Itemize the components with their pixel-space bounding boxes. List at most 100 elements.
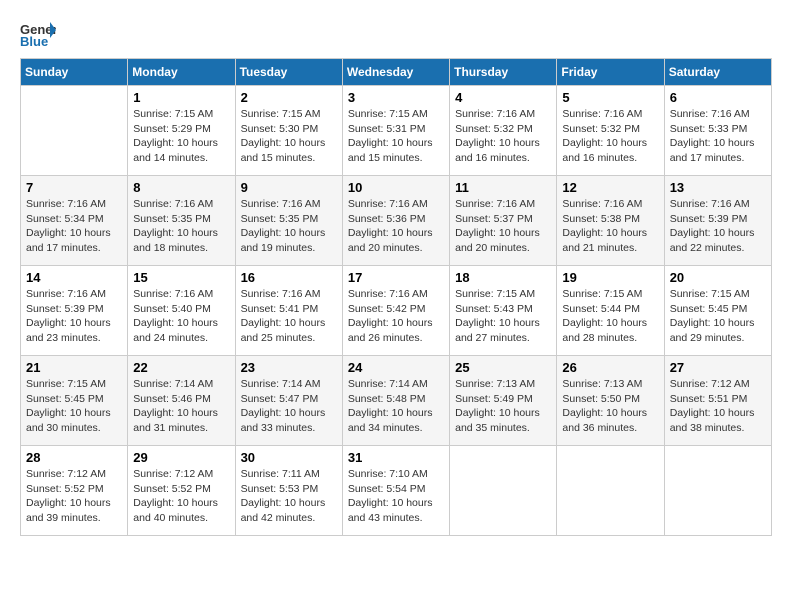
day-number: 10	[348, 180, 444, 195]
day-header-friday: Friday	[557, 59, 664, 86]
cell-info: Sunrise: 7:16 AM Sunset: 5:39 PM Dayligh…	[26, 287, 122, 346]
day-number: 1	[133, 90, 229, 105]
day-number: 29	[133, 450, 229, 465]
cell-info: Sunrise: 7:15 AM Sunset: 5:43 PM Dayligh…	[455, 287, 551, 346]
cell-info: Sunrise: 7:10 AM Sunset: 5:54 PM Dayligh…	[348, 467, 444, 526]
calendar-cell: 29 Sunrise: 7:12 AM Sunset: 5:52 PM Dayli…	[128, 446, 235, 536]
cell-info: Sunrise: 7:12 AM Sunset: 5:52 PM Dayligh…	[26, 467, 122, 526]
calendar-cell: 3Sunrise: 7:15 AM Sunset: 5:31 PM Daylig…	[342, 86, 449, 176]
calendar-week-5: 28 Sunrise: 7:12 AM Sunset: 5:52 PM Dayli…	[21, 446, 772, 536]
day-number: 8	[133, 180, 229, 195]
calendar-cell: 4 Sunrise: 7:16 AM Sunset: 5:32 PM Daylig…	[450, 86, 557, 176]
cell-info: Sunrise: 7:11 AM Sunset: 5:53 PM Dayligh…	[241, 467, 337, 526]
calendar-cell: 7 Sunrise: 7:16 AM Sunset: 5:34 PM Daylig…	[21, 176, 128, 266]
calendar-cell: 26Sunrise: 7:13 AM Sunset: 5:50 PM Dayli…	[557, 356, 664, 446]
day-header-wednesday: Wednesday	[342, 59, 449, 86]
calendar-cell: 28 Sunrise: 7:12 AM Sunset: 5:52 PM Dayli…	[21, 446, 128, 536]
calendar-cell: 30 Sunrise: 7:11 AM Sunset: 5:53 PM Dayli…	[235, 446, 342, 536]
cell-info: Sunrise: 7:16 AM Sunset: 5:39 PM Dayligh…	[670, 197, 766, 256]
day-number: 23	[241, 360, 337, 375]
calendar-cell	[450, 446, 557, 536]
day-number: 28	[26, 450, 122, 465]
calendar-week-4: 21Sunrise: 7:15 AM Sunset: 5:45 PM Dayli…	[21, 356, 772, 446]
logo: General Blue	[20, 20, 56, 48]
cell-info: Sunrise: 7:16 AM Sunset: 5:42 PM Dayligh…	[348, 287, 444, 346]
day-number: 16	[241, 270, 337, 285]
calendar-cell: 2 Sunrise: 7:15 AM Sunset: 5:30 PM Daylig…	[235, 86, 342, 176]
cell-info: Sunrise: 7:15 AM Sunset: 5:30 PM Dayligh…	[241, 107, 337, 166]
cell-info: Sunrise: 7:16 AM Sunset: 5:40 PM Dayligh…	[133, 287, 229, 346]
day-number: 18	[455, 270, 551, 285]
cell-info: Sunrise: 7:13 AM Sunset: 5:49 PM Dayligh…	[455, 377, 551, 436]
calendar-cell: 16 Sunrise: 7:16 AM Sunset: 5:41 PM Dayli…	[235, 266, 342, 356]
day-number: 30	[241, 450, 337, 465]
svg-text:Blue: Blue	[20, 34, 48, 48]
calendar-cell	[557, 446, 664, 536]
cell-info: Sunrise: 7:16 AM Sunset: 5:36 PM Dayligh…	[348, 197, 444, 256]
calendar-cell: 8 Sunrise: 7:16 AM Sunset: 5:35 PM Daylig…	[128, 176, 235, 266]
day-number: 24	[348, 360, 444, 375]
cell-info: Sunrise: 7:16 AM Sunset: 5:35 PM Dayligh…	[133, 197, 229, 256]
calendar-cell: 19 Sunrise: 7:15 AM Sunset: 5:44 PM Dayli…	[557, 266, 664, 356]
calendar-cell	[21, 86, 128, 176]
day-number: 22	[133, 360, 229, 375]
day-number: 19	[562, 270, 658, 285]
calendar-cell: 23Sunrise: 7:14 AM Sunset: 5:47 PM Dayli…	[235, 356, 342, 446]
calendar-cell: 1 Sunrise: 7:15 AM Sunset: 5:29 PM Daylig…	[128, 86, 235, 176]
day-number: 17	[348, 270, 444, 285]
day-number: 12	[562, 180, 658, 195]
day-number: 11	[455, 180, 551, 195]
calendar-cell: 15 Sunrise: 7:16 AM Sunset: 5:40 PM Dayli…	[128, 266, 235, 356]
day-number: 7	[26, 180, 122, 195]
cell-info: Sunrise: 7:12 AM Sunset: 5:51 PM Dayligh…	[670, 377, 766, 436]
calendar-table: SundayMondayTuesdayWednesdayThursdayFrid…	[20, 58, 772, 536]
day-header-monday: Monday	[128, 59, 235, 86]
day-number: 4	[455, 90, 551, 105]
calendar-cell: 17 Sunrise: 7:16 AM Sunset: 5:42 PM Dayli…	[342, 266, 449, 356]
logo-icon: General Blue	[20, 20, 56, 48]
cell-info: Sunrise: 7:15 AM Sunset: 5:44 PM Dayligh…	[562, 287, 658, 346]
day-header-thursday: Thursday	[450, 59, 557, 86]
cell-info: Sunrise: 7:16 AM Sunset: 5:35 PM Dayligh…	[241, 197, 337, 256]
calendar-cell: 14 Sunrise: 7:16 AM Sunset: 5:39 PM Dayli…	[21, 266, 128, 356]
calendar-cell: 20Sunrise: 7:15 AM Sunset: 5:45 PM Dayli…	[664, 266, 771, 356]
calendar-body: 1 Sunrise: 7:15 AM Sunset: 5:29 PM Daylig…	[21, 86, 772, 536]
day-header-saturday: Saturday	[664, 59, 771, 86]
calendar-cell: 25 Sunrise: 7:13 AM Sunset: 5:49 PM Dayli…	[450, 356, 557, 446]
cell-info: Sunrise: 7:15 AM Sunset: 5:45 PM Dayligh…	[26, 377, 122, 436]
calendar-header-row: SundayMondayTuesdayWednesdayThursdayFrid…	[21, 59, 772, 86]
day-number: 14	[26, 270, 122, 285]
calendar-cell: 21Sunrise: 7:15 AM Sunset: 5:45 PM Dayli…	[21, 356, 128, 446]
day-number: 6	[670, 90, 766, 105]
calendar-week-3: 14 Sunrise: 7:16 AM Sunset: 5:39 PM Dayli…	[21, 266, 772, 356]
cell-info: Sunrise: 7:15 AM Sunset: 5:31 PM Dayligh…	[348, 107, 444, 166]
calendar-cell: 12Sunrise: 7:16 AM Sunset: 5:38 PM Dayli…	[557, 176, 664, 266]
page-header: General Blue	[20, 20, 772, 48]
cell-info: Sunrise: 7:16 AM Sunset: 5:34 PM Dayligh…	[26, 197, 122, 256]
calendar-cell: 18 Sunrise: 7:15 AM Sunset: 5:43 PM Dayli…	[450, 266, 557, 356]
cell-info: Sunrise: 7:14 AM Sunset: 5:46 PM Dayligh…	[133, 377, 229, 436]
day-number: 5	[562, 90, 658, 105]
day-number: 31	[348, 450, 444, 465]
day-number: 25	[455, 360, 551, 375]
calendar-cell: 13 Sunrise: 7:16 AM Sunset: 5:39 PM Dayli…	[664, 176, 771, 266]
cell-info: Sunrise: 7:12 AM Sunset: 5:52 PM Dayligh…	[133, 467, 229, 526]
cell-info: Sunrise: 7:16 AM Sunset: 5:32 PM Dayligh…	[455, 107, 551, 166]
day-number: 13	[670, 180, 766, 195]
cell-info: Sunrise: 7:15 AM Sunset: 5:29 PM Dayligh…	[133, 107, 229, 166]
calendar-cell: 24 Sunrise: 7:14 AM Sunset: 5:48 PM Dayli…	[342, 356, 449, 446]
cell-info: Sunrise: 7:16 AM Sunset: 5:41 PM Dayligh…	[241, 287, 337, 346]
day-number: 15	[133, 270, 229, 285]
calendar-cell: 9Sunrise: 7:16 AM Sunset: 5:35 PM Daylig…	[235, 176, 342, 266]
calendar-week-2: 7 Sunrise: 7:16 AM Sunset: 5:34 PM Daylig…	[21, 176, 772, 266]
cell-info: Sunrise: 7:14 AM Sunset: 5:48 PM Dayligh…	[348, 377, 444, 436]
day-header-sunday: Sunday	[21, 59, 128, 86]
day-number: 27	[670, 360, 766, 375]
calendar-cell	[664, 446, 771, 536]
calendar-cell: 5Sunrise: 7:16 AM Sunset: 5:32 PM Daylig…	[557, 86, 664, 176]
day-header-tuesday: Tuesday	[235, 59, 342, 86]
day-number: 2	[241, 90, 337, 105]
calendar-cell: 31 Sunrise: 7:10 AM Sunset: 5:54 PM Dayli…	[342, 446, 449, 536]
calendar-cell: 27 Sunrise: 7:12 AM Sunset: 5:51 PM Dayli…	[664, 356, 771, 446]
cell-info: Sunrise: 7:15 AM Sunset: 5:45 PM Dayligh…	[670, 287, 766, 346]
